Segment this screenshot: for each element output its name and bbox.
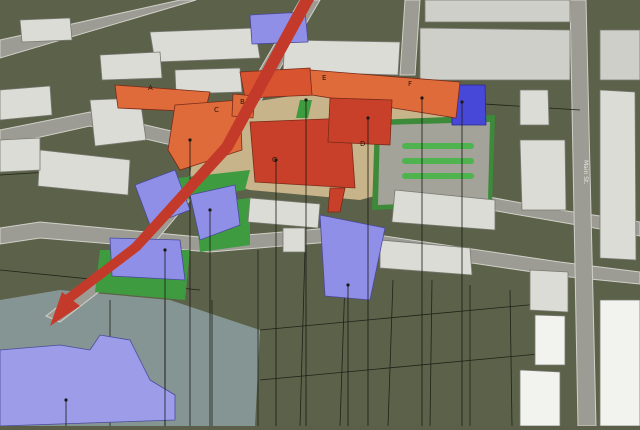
leader-dot <box>304 98 308 102</box>
existing-building <box>419 27 571 81</box>
existing-building <box>0 85 53 121</box>
existing-building <box>599 89 637 261</box>
leader-dot <box>460 100 464 104</box>
leader-dot <box>346 283 350 287</box>
parking-island <box>402 158 474 164</box>
leader-dot <box>420 96 424 100</box>
existing-building <box>519 139 567 211</box>
lot-label: E <box>322 74 326 82</box>
parking-island <box>402 173 474 179</box>
existing-building <box>424 0 571 23</box>
street-label: Main St. <box>582 160 589 184</box>
existing-building <box>0 137 41 173</box>
existing-building <box>19 17 73 43</box>
lot-label: A <box>148 84 153 92</box>
site-plan-diagram: A B C D E F G H Main St. <box>0 0 640 427</box>
existing-building <box>149 27 261 63</box>
leader-dot <box>163 248 167 252</box>
parking-islands <box>402 143 474 179</box>
existing-building <box>529 269 569 313</box>
existing-building <box>599 29 640 81</box>
existing-building <box>599 299 640 427</box>
leader-dot <box>366 116 370 120</box>
parking-island <box>402 143 474 149</box>
proposed-building-d <box>327 97 393 146</box>
site-plan-svg: A B C D E F G H Main St. <box>0 0 640 427</box>
lot-label: D <box>360 140 365 148</box>
lot-label: F <box>408 80 412 88</box>
leader-dot <box>64 398 68 402</box>
leader-dot <box>188 138 192 142</box>
existing-building <box>282 227 306 253</box>
existing-building <box>534 314 566 366</box>
existing-building <box>519 369 561 427</box>
existing-building <box>519 89 550 126</box>
existing-building <box>99 51 163 81</box>
lot-label: C <box>214 106 219 114</box>
leader-dot <box>208 208 212 212</box>
leader-dot <box>274 158 278 162</box>
